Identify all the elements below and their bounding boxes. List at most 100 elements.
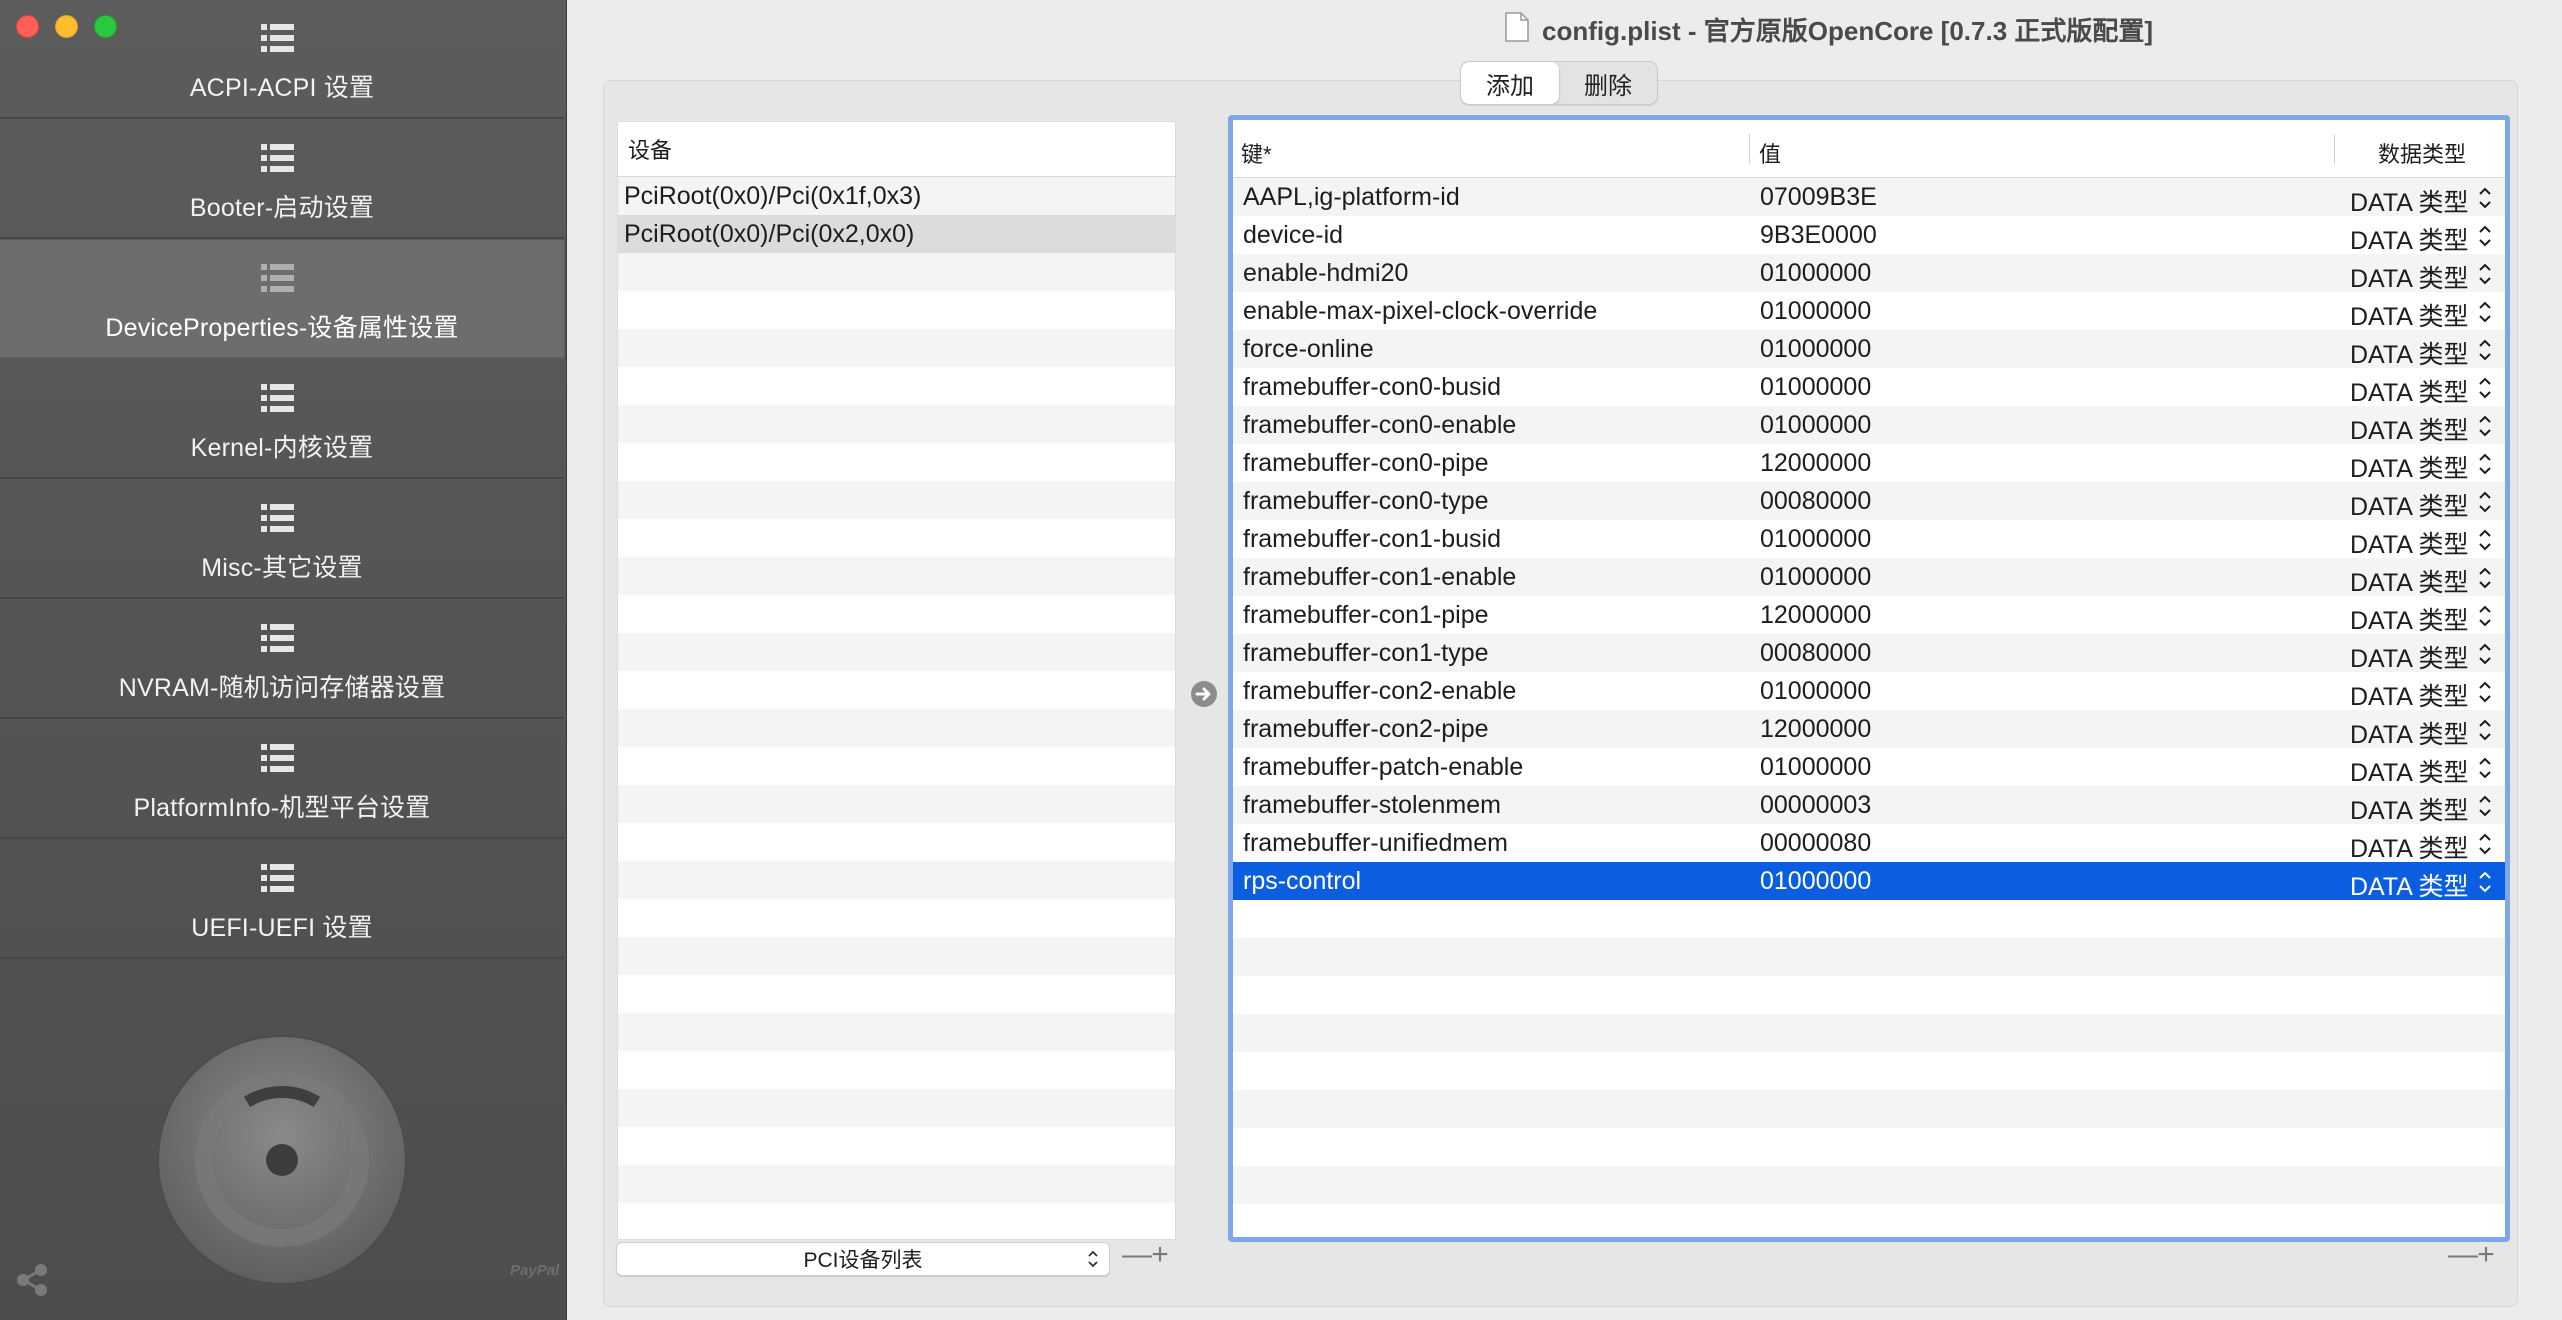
device-row[interactable]	[618, 1165, 1175, 1203]
type-column-header[interactable]: 数据类型	[2378, 137, 2466, 169]
property-type-select[interactable]: DATA 类型	[2350, 221, 2469, 257]
sidebar-item[interactable]: Misc-其它设置	[0, 480, 564, 599]
property-key[interactable]: framebuffer-unifiedmem	[1243, 829, 1508, 858]
property-row[interactable]: framebuffer-con1-pipe 12000000 DATA 类型	[1233, 596, 2505, 635]
property-key[interactable]: framebuffer-patch-enable	[1243, 753, 1523, 782]
property-row[interactable]: framebuffer-con0-enable 01000000 DATA 类型	[1233, 406, 2505, 447]
device-row[interactable]	[618, 367, 1175, 405]
property-row[interactable]: framebuffer-stolenmem 00000003 DATA 类型	[1233, 786, 2505, 827]
chevron-updown-icon[interactable]	[2478, 489, 2492, 515]
property-value[interactable]: 00000080	[1760, 829, 1871, 858]
chevron-updown-icon[interactable]	[2478, 451, 2492, 477]
value-column-header[interactable]: 值	[1759, 137, 1781, 169]
sidebar-item[interactable]: Kernel-内核设置	[0, 360, 564, 479]
device-row[interactable]	[618, 709, 1175, 747]
chevron-updown-icon[interactable]	[2478, 869, 2492, 895]
property-row[interactable]	[1233, 976, 2505, 1014]
device-row[interactable]	[618, 595, 1175, 633]
property-key[interactable]: device-id	[1243, 221, 1343, 250]
property-type-select[interactable]: DATA 类型	[2350, 335, 2469, 371]
property-type-select[interactable]: DATA 类型	[2350, 677, 2469, 713]
property-row[interactable]	[1233, 1166, 2505, 1204]
property-value[interactable]: 01000000	[1760, 563, 1871, 592]
property-key[interactable]: enable-max-pixel-clock-override	[1243, 297, 1597, 326]
device-row[interactable]	[618, 823, 1175, 861]
property-key[interactable]: framebuffer-con1-busid	[1243, 525, 1501, 554]
property-type-select[interactable]: DATA 类型	[2350, 639, 2469, 675]
chevron-updown-icon[interactable]	[2478, 375, 2492, 401]
property-key[interactable]: framebuffer-con2-pipe	[1243, 715, 1489, 744]
property-value[interactable]: 01000000	[1760, 677, 1871, 706]
chevron-updown-icon[interactable]	[2478, 223, 2492, 249]
property-value[interactable]: 01000000	[1760, 867, 1871, 896]
property-row[interactable]: enable-max-pixel-clock-override 01000000 D…	[1233, 292, 2505, 331]
property-key[interactable]: enable-hdmi20	[1243, 259, 1408, 288]
remove-property-button[interactable]: —	[2448, 1240, 2478, 1270]
property-row[interactable]	[1233, 900, 2505, 938]
device-table-header[interactable]: 设备	[618, 122, 1175, 177]
device-row[interactable]	[618, 633, 1175, 671]
property-key[interactable]: framebuffer-con0-pipe	[1243, 449, 1489, 478]
close-window-button[interactable]	[16, 15, 39, 38]
device-row[interactable]	[618, 899, 1175, 937]
chevron-updown-icon[interactable]	[2478, 793, 2492, 819]
add-device-button[interactable]: +	[1150, 1240, 1170, 1270]
property-type-select[interactable]: DATA 类型	[2350, 753, 2469, 789]
chevron-updown-icon[interactable]	[2478, 299, 2492, 325]
property-row[interactable]	[1233, 1090, 2505, 1128]
device-row[interactable]	[618, 1127, 1175, 1165]
property-type-select[interactable]: DATA 类型	[2350, 525, 2469, 561]
sidebar-item[interactable]: NVRAM-随机访问存储器设置	[0, 600, 564, 719]
remove-device-button[interactable]: —	[1122, 1240, 1152, 1270]
device-row[interactable]	[618, 253, 1175, 291]
property-type-select[interactable]: DATA 类型	[2350, 715, 2469, 751]
device-row[interactable]	[618, 557, 1175, 595]
property-value[interactable]: 12000000	[1760, 601, 1871, 630]
chevron-updown-icon[interactable]	[2478, 717, 2492, 743]
property-type-select[interactable]: DATA 类型	[2350, 411, 2469, 447]
device-row[interactable]: PciRoot(0x0)/Pci(0x1f,0x3)	[618, 177, 1175, 215]
property-key[interactable]: framebuffer-con0-type	[1243, 487, 1489, 516]
zoom-window-button[interactable]	[94, 15, 117, 38]
property-row[interactable]	[1233, 1204, 2505, 1237]
property-row[interactable]: framebuffer-patch-enable 01000000 DATA 类型	[1233, 748, 2505, 789]
device-row[interactable]	[618, 1203, 1175, 1239]
property-row[interactable]: device-id 9B3E0000 DATA 类型	[1233, 216, 2505, 257]
property-row[interactable]	[1233, 938, 2505, 976]
property-row[interactable]	[1233, 1128, 2505, 1166]
minimize-window-button[interactable]	[55, 15, 78, 38]
property-key[interactable]: force-online	[1243, 335, 1374, 364]
device-row[interactable]	[618, 785, 1175, 823]
chevron-updown-icon[interactable]	[2478, 337, 2492, 363]
property-row[interactable]: AAPL,ig-platform-id 07009B3E DATA 类型	[1233, 178, 2505, 217]
share-icon[interactable]	[14, 1262, 50, 1298]
property-type-select[interactable]: DATA 类型	[2350, 487, 2469, 523]
chevron-updown-icon[interactable]	[2478, 413, 2492, 439]
property-row[interactable]: framebuffer-con1-busid 01000000 DATA 类型	[1233, 520, 2505, 561]
device-row[interactable]	[618, 481, 1175, 519]
sidebar-item[interactable]: Booter-启动设置	[0, 120, 564, 239]
device-row[interactable]	[618, 937, 1175, 975]
property-key[interactable]: framebuffer-con0-busid	[1243, 373, 1501, 402]
property-row[interactable]	[1233, 1014, 2505, 1052]
property-row[interactable]: framebuffer-con0-type 00080000 DATA 类型	[1233, 482, 2505, 523]
property-key[interactable]: framebuffer-con2-enable	[1243, 677, 1516, 706]
delete-button[interactable]: 删除	[1559, 62, 1657, 104]
device-row[interactable]	[618, 1089, 1175, 1127]
device-row[interactable]	[618, 975, 1175, 1013]
sidebar-item[interactable]: DeviceProperties-设备属性设置	[0, 240, 564, 359]
property-type-select[interactable]: DATA 类型	[2350, 791, 2469, 827]
property-value[interactable]: 00000003	[1760, 791, 1871, 820]
property-value[interactable]: 01000000	[1760, 525, 1871, 554]
property-row[interactable]: framebuffer-con0-pipe 12000000 DATA 类型	[1233, 444, 2505, 483]
chevron-updown-icon[interactable]	[2478, 641, 2492, 667]
device-row[interactable]	[618, 1013, 1175, 1051]
property-value[interactable]: 12000000	[1760, 715, 1871, 744]
device-row[interactable]	[618, 405, 1175, 443]
device-row[interactable]	[618, 747, 1175, 785]
property-row[interactable]: force-online 01000000 DATA 类型	[1233, 330, 2505, 371]
property-row[interactable]: rps-control 01000000 DATA 类型	[1233, 862, 2505, 901]
property-value[interactable]: 01000000	[1760, 335, 1871, 364]
property-row[interactable]: framebuffer-con2-enable 01000000 DATA 类型	[1233, 672, 2505, 713]
device-row[interactable]	[618, 329, 1175, 367]
